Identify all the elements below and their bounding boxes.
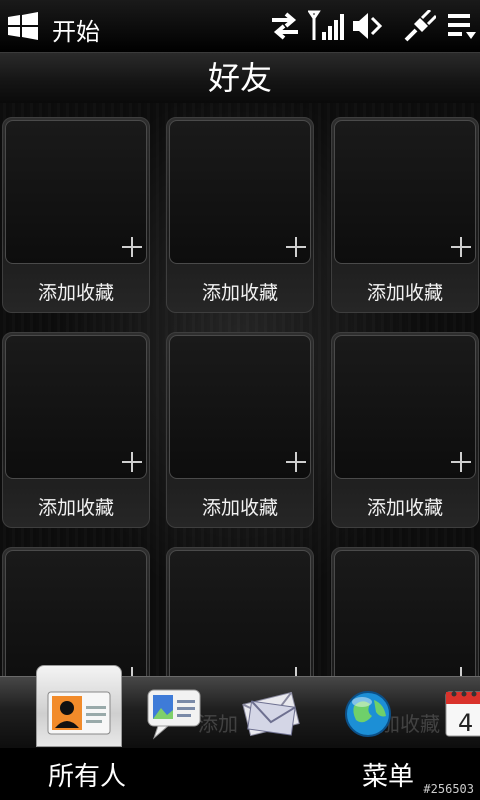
favorite-tile-9[interactable] [331, 547, 479, 683]
favorite-tile-6[interactable]: 添加收藏 [331, 332, 479, 528]
data-transfer-icon [272, 12, 298, 40]
start-label[interactable]: 开始 [52, 12, 100, 47]
add-icon [285, 236, 307, 258]
volume-icon [353, 13, 383, 39]
mail-icon[interactable] [240, 688, 302, 740]
favorite-tile-3[interactable]: 添加收藏 [331, 117, 479, 313]
add-icon [121, 451, 143, 473]
add-icon [450, 451, 472, 473]
status-bar: 开始 [0, 0, 480, 52]
internet-globe-icon[interactable] [342, 688, 394, 740]
favorite-photo-slot [334, 550, 476, 683]
favorite-tile-8[interactable] [166, 547, 314, 683]
favorite-tile-1[interactable]: 添加收藏 [2, 117, 150, 313]
add-favorite-label: 添加收藏 [37, 282, 114, 304]
add-favorite-label: 添加收藏 [37, 497, 114, 519]
favorite-tile-2[interactable]: 添加收藏 [166, 117, 314, 313]
menu-icon[interactable] [446, 10, 480, 42]
add-favorite-label: 添加收藏 [366, 497, 443, 519]
add-favorite-label: 添加收藏 [201, 282, 278, 304]
favorites-grid: 添加收藏 添加收藏 添加收藏 添加收藏 添加收藏 添加收藏 [0, 103, 480, 683]
favorite-tile-7[interactable] [2, 547, 150, 683]
usb-plug-icon [404, 10, 436, 42]
favorite-photo-slot [169, 550, 311, 683]
calendar-day: 4 [458, 709, 474, 737]
page-title: 好友 [0, 52, 480, 104]
signal-strength-icon [308, 10, 344, 40]
windows-logo-icon[interactable] [6, 12, 40, 40]
favorite-tile-5[interactable]: 添加收藏 [166, 332, 314, 528]
softkey-all-people[interactable]: 所有人 [48, 756, 126, 793]
dock-faded-text-left: 添加 [198, 712, 238, 736]
add-icon [121, 236, 143, 258]
contacts-card-icon[interactable] [46, 690, 112, 736]
add-icon [285, 451, 307, 473]
watermark: #256503 [423, 782, 474, 796]
softkey-menu[interactable]: 菜单 [362, 756, 414, 793]
add-favorite-label: 添加收藏 [366, 282, 443, 304]
favorite-tile-4[interactable]: 添加收藏 [2, 332, 150, 528]
add-favorite-label: 添加收藏 [201, 497, 278, 519]
favorite-photo-slot [5, 550, 147, 683]
message-bubble-icon[interactable] [146, 688, 202, 740]
add-icon [450, 236, 472, 258]
